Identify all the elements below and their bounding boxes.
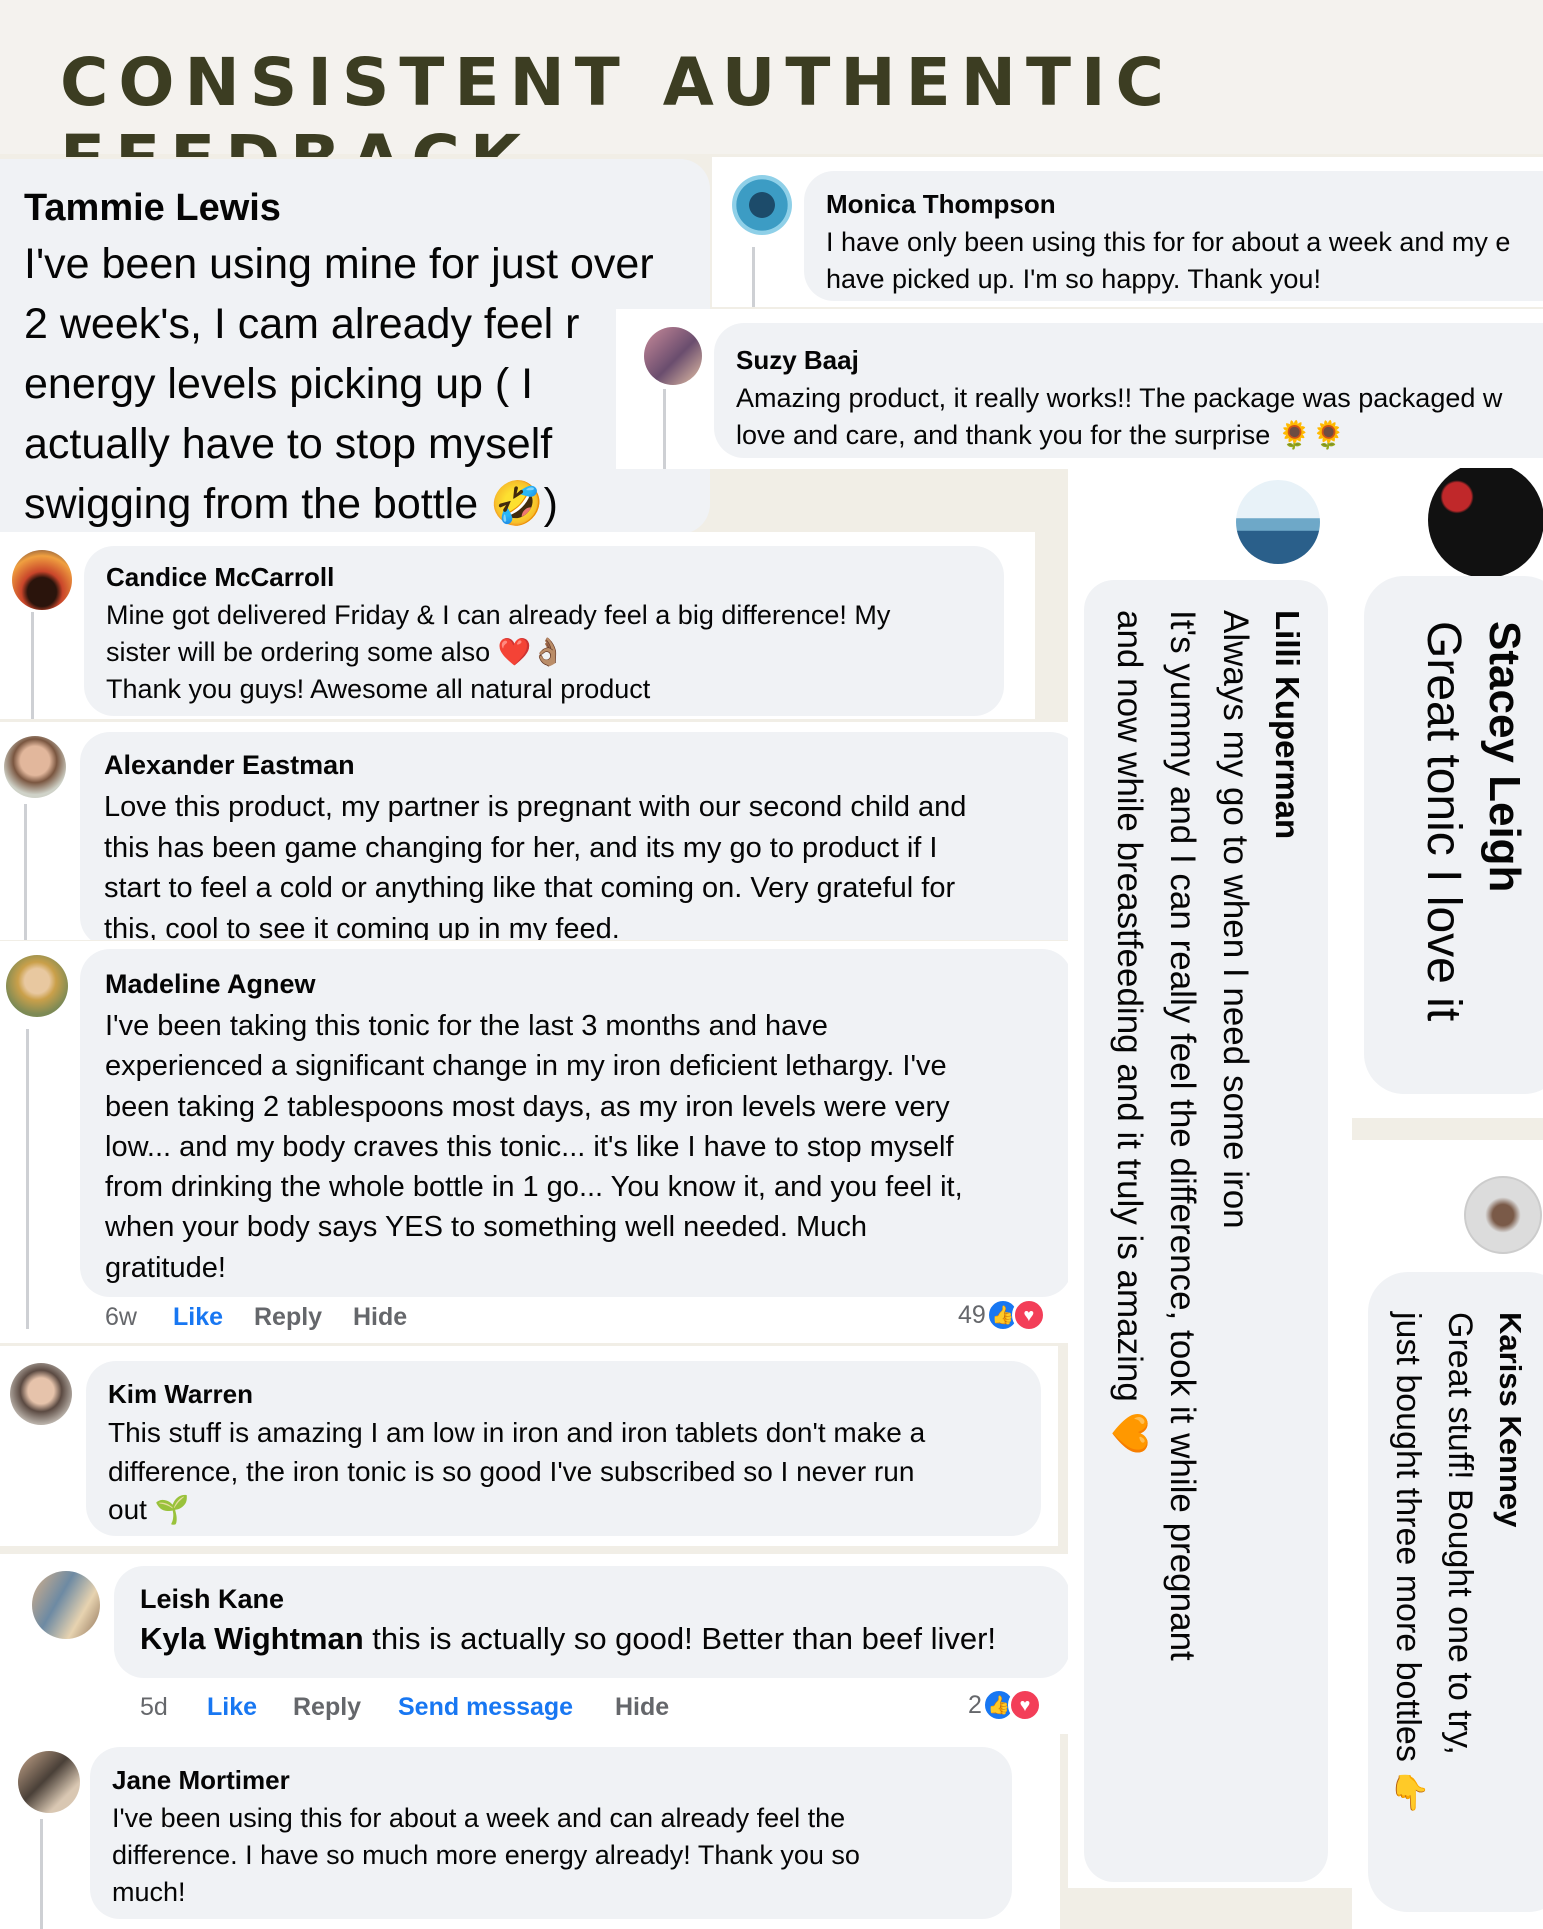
- heart-icon: ♥: [1007, 1688, 1042, 1722]
- comment-text: Mine got delivered Friday & I can alread…: [106, 600, 891, 704]
- avatar[interactable]: [1236, 480, 1320, 564]
- comment-text: Love this product, my partner is pregnan…: [104, 791, 967, 940]
- like-button[interactable]: Like: [173, 1303, 223, 1332]
- comment-text: Amazing product, it really works!! The p…: [736, 383, 1503, 450]
- mention-link[interactable]: Kyla Wightman: [140, 1621, 364, 1656]
- comment-bubble: Tammie Lewis I've been using mine for ju…: [0, 159, 710, 534]
- comment-card-stacey: Stacey Leigh Great tonic I love it: [1352, 468, 1543, 1118]
- comment-text: I have only been using this for for abou…: [826, 227, 1511, 294]
- comment-author[interactable]: Lilli Kuperman: [1268, 610, 1306, 1888]
- comment-text-line: Kyla Wightman this is actually so good! …: [140, 1621, 1070, 1657]
- avatar[interactable]: [644, 327, 702, 385]
- comment-bubble: Stacey Leigh Great tonic I love it: [1364, 576, 1543, 1094]
- comment-time[interactable]: 6w: [105, 1303, 137, 1332]
- thread-line: [663, 389, 666, 469]
- comment-author[interactable]: Madeline Agnew: [105, 969, 1065, 1000]
- like-button[interactable]: Like: [207, 1693, 257, 1722]
- comment-bubble: Suzy Baaj Amazing product, it really wor…: [714, 323, 1543, 458]
- comment-bubble: Madeline Agnew I've been taking this ton…: [80, 949, 1072, 1297]
- comment-text: Always my go to when I need some iron It…: [1110, 610, 1255, 1661]
- comment-author[interactable]: Tammie Lewis: [24, 187, 714, 230]
- comment-bubble: Kim Warren This stuff is amazing I am lo…: [86, 1361, 1041, 1536]
- comment-bubble: Kariss Kenney Great stuff! Bought one to…: [1368, 1272, 1543, 1912]
- comment-bubble: Leish Kane Kyla Wightman this is actuall…: [114, 1566, 1070, 1678]
- comment-card-lilli: Lilli Kuperman Always my go to when I ne…: [1068, 468, 1352, 1888]
- reaction-summary[interactable]: 49 👍 ♥: [958, 1298, 1046, 1332]
- reply-button[interactable]: Reply: [254, 1303, 322, 1332]
- comment-author[interactable]: Alexander Eastman: [104, 750, 1077, 781]
- thread-line: [752, 247, 755, 307]
- avatar[interactable]: [732, 175, 792, 235]
- avatar[interactable]: [6, 955, 68, 1017]
- reply-button[interactable]: Reply: [293, 1693, 361, 1722]
- reaction-count: 2: [968, 1690, 982, 1719]
- comment-author[interactable]: Jane Mortimer: [112, 1765, 1012, 1796]
- avatar[interactable]: [4, 736, 66, 798]
- comment-card-monica: Monica Thompson I have only been using t…: [712, 157, 1543, 307]
- avatar[interactable]: [10, 1363, 72, 1425]
- comment-bubble: Alexander Eastman Love this product, my …: [80, 732, 1077, 940]
- hide-button[interactable]: Hide: [353, 1303, 407, 1332]
- comment-text: I've been using this for about a week an…: [112, 1803, 860, 1907]
- comment-author[interactable]: Stacey Leigh: [1479, 621, 1529, 1101]
- comment-card-alexander: Alexander Eastman Love this product, my …: [0, 722, 1077, 940]
- comment-bubble: Candice McCarroll Mine got delivered Fri…: [84, 546, 1004, 716]
- comment-bubble: Lilli Kuperman Always my go to when I ne…: [1084, 580, 1328, 1882]
- comment-time[interactable]: 5d: [140, 1693, 168, 1722]
- comment-author[interactable]: Suzy Baaj: [736, 345, 1543, 376]
- comment-author[interactable]: Kim Warren: [108, 1379, 1038, 1410]
- send-message-button[interactable]: Send message: [398, 1693, 573, 1722]
- comment-author[interactable]: Leish Kane: [140, 1584, 1070, 1615]
- comment-text: Great tonic I love it: [1417, 621, 1470, 1022]
- comment-card-candice: Candice McCarroll Mine got delivered Fri…: [0, 532, 1035, 719]
- thread-line: [26, 1029, 29, 1329]
- comment-bubble: Monica Thompson I have only been using t…: [804, 171, 1543, 301]
- comment-card-jane: Jane Mortimer I've been using this for a…: [0, 1733, 1060, 1929]
- comment-bubble: Jane Mortimer I've been using this for a…: [90, 1747, 1012, 1919]
- reaction-summary[interactable]: 2 👍 ♥: [968, 1688, 1042, 1722]
- comment-author[interactable]: Monica Thompson: [826, 189, 1543, 220]
- avatar[interactable]: [12, 550, 72, 610]
- comment-text: I've been using mine for just over 2 wee…: [24, 240, 654, 528]
- header-banner: CONSISTENT AUTHENTIC FEEDBACK: [0, 0, 1543, 198]
- hide-button[interactable]: Hide: [615, 1693, 669, 1722]
- comment-card-madeline: Madeline Agnew I've been taking this ton…: [0, 941, 1077, 1343]
- thread-line: [40, 1819, 43, 1929]
- heart-icon: ♥: [1011, 1298, 1046, 1332]
- comment-text: I've been taking this tonic for the last…: [105, 1010, 963, 1284]
- comment-author[interactable]: Kariss Kenney: [1492, 1312, 1528, 1902]
- avatar[interactable]: [1428, 468, 1543, 578]
- comment-card-kariss: Kariss Kenney Great stuff! Bought one to…: [1352, 1140, 1543, 1929]
- comment-card-leish: Leish Kane Kyla Wightman this is actuall…: [0, 1554, 1070, 1734]
- comment-author[interactable]: Candice McCarroll: [106, 562, 1006, 593]
- avatar[interactable]: [18, 1751, 80, 1813]
- comment-text: this is actually so good! Better than be…: [363, 1621, 997, 1656]
- avatar[interactable]: [1464, 1176, 1542, 1254]
- comment-card-kim: Kim Warren This stuff is amazing I am lo…: [0, 1346, 1058, 1546]
- thread-line: [31, 612, 34, 719]
- comment-text: This stuff is amazing I am low in iron a…: [108, 1417, 926, 1525]
- avatar[interactable]: [32, 1571, 100, 1639]
- reaction-count: 49: [958, 1300, 986, 1329]
- thread-line: [24, 804, 27, 940]
- comment-card-suzy: Suzy Baaj Amazing product, it really wor…: [616, 309, 1543, 469]
- comment-text: Great stuff! Bought one to try, just bou…: [1389, 1312, 1479, 1814]
